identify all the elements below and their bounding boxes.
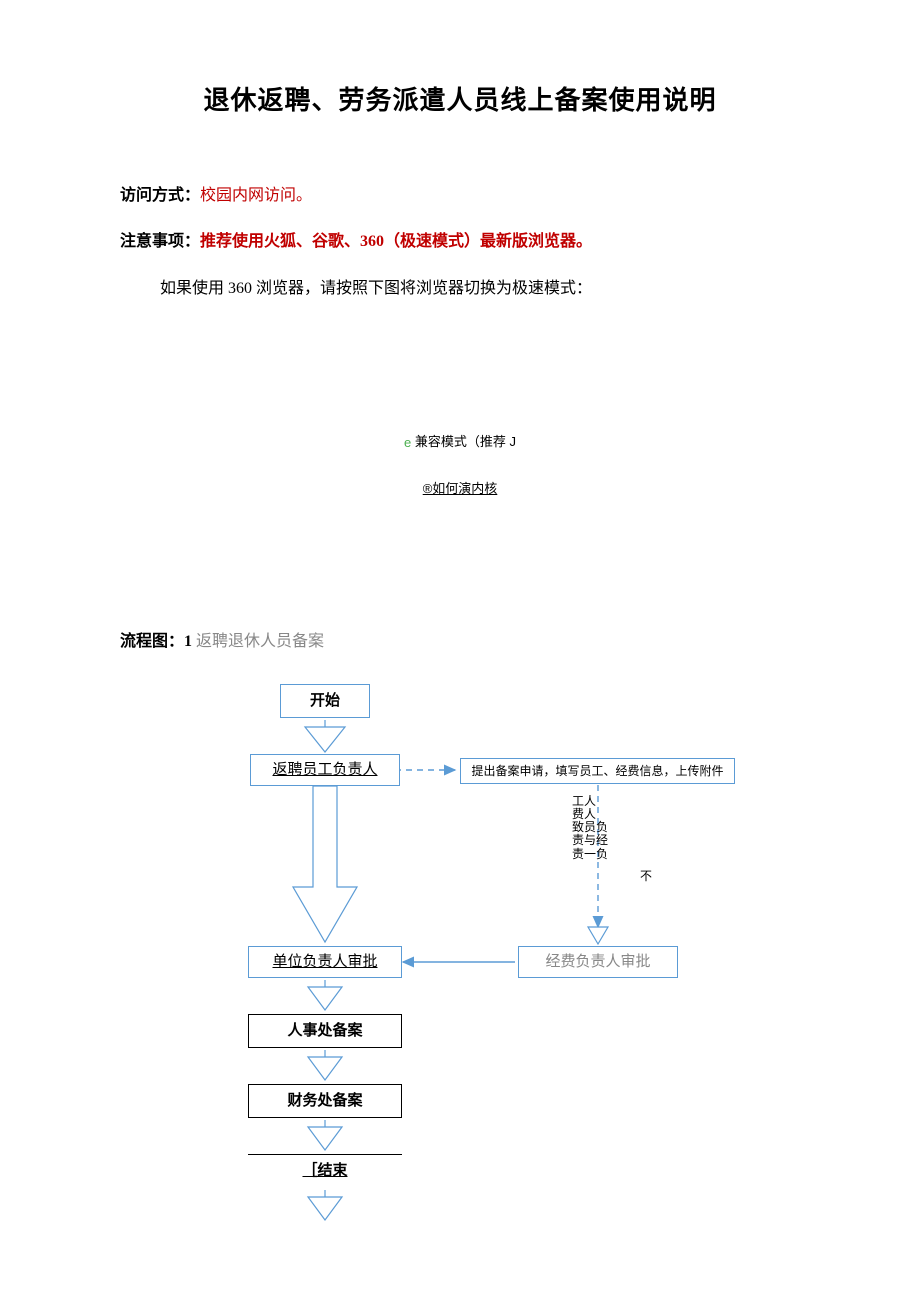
flow-unit-approve: 单位负责人审批: [248, 946, 402, 978]
browser-mode-block: e 兼容模式（推荐 J ®如何演内核: [120, 428, 800, 503]
cond-c1: 工费致责责: [572, 795, 584, 861]
notice-extra: 如果使用 360 浏览器，请按照下图将浏览器切换为极速模式：: [120, 270, 800, 308]
flowchart-label-rest: 返聘退休人员备案: [192, 633, 324, 650]
flow-fund-approve: 经费负责人审批: [518, 946, 678, 978]
flow-submit: 提出备案申请，填写员工、经费信息，上传附件: [460, 758, 735, 784]
flow-end-text: ［结束: [302, 1161, 347, 1181]
access-label: 访问方式：: [120, 187, 200, 204]
flow-end: ［结束: [270, 1154, 380, 1188]
notice-value: 推荐使用火狐、谷歌、360（极速模式）最新版浏览器。: [200, 233, 592, 250]
flow-start: 开始: [280, 684, 370, 718]
cond-c3: 负 经 负: [596, 821, 608, 861]
flow-cond-text: 工费致责责人人员与一负 经 负: [572, 795, 608, 861]
compat-text: 兼容模式（推荐 J: [415, 434, 516, 449]
flowchart-label: 流程图：1 返聘退休人员备案: [120, 623, 800, 661]
access-value: 校园内网访问。: [200, 187, 312, 204]
access-line: 访问方式：校园内网访问。: [120, 177, 800, 215]
flow-finance-record: 财务处备案: [248, 1084, 402, 1118]
flowchart: 开始 返聘员工负责人 提出备案申请，填写员工、经费信息，上传附件 工费致责责人人…: [180, 682, 740, 1237]
flow-hr-record: 人事处备案: [248, 1014, 402, 1048]
end-top-border: [248, 1154, 402, 1155]
flow-cond-no: 不: [640, 870, 652, 883]
compat-prefix: e: [404, 429, 411, 458]
compat-mode-line: e 兼容模式（推荐 J: [120, 428, 800, 457]
notice-line: 注意事项：推荐使用火狐、谷歌、360（极速模式）最新版浏览器。: [120, 223, 800, 261]
notice-label: 注意事项：: [120, 233, 200, 250]
flowchart-label-strong: 流程图：1: [120, 633, 192, 650]
page-title: 退休返聘、劳务派遣人员线上备案使用说明: [120, 80, 800, 117]
kernel-line: ®如何演内核: [120, 475, 800, 504]
cond-c2: 人人员与一: [584, 795, 596, 861]
flow-responsible: 返聘员工负责人: [250, 754, 400, 786]
